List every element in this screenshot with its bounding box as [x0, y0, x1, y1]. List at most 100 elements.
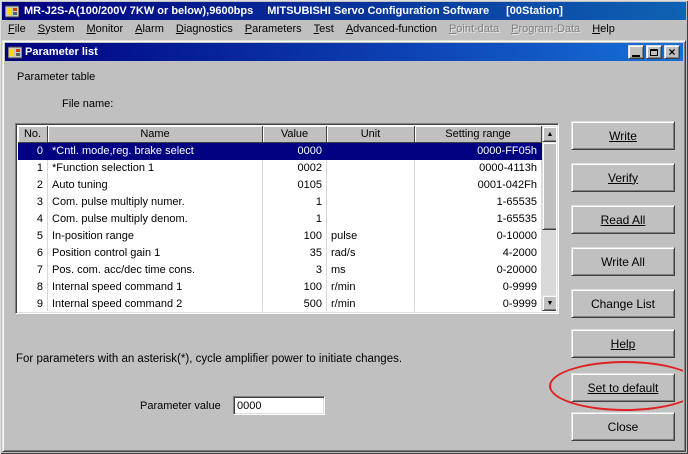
close-window-button[interactable]: ×: [664, 45, 680, 59]
cell-unit: pulse: [327, 228, 415, 245]
param-row-3[interactable]: 3Com. pulse multiply numer.11-65535: [18, 194, 542, 211]
param-row-1[interactable]: 1*Function selection 10002 0000-4113h: [18, 160, 542, 177]
param-row-9[interactable]: 9Internal speed command 2500r/min0-9999: [18, 296, 542, 311]
scroll-up-button[interactable]: ▲: [542, 126, 556, 142]
cell-no: 8: [18, 279, 48, 296]
vertical-scrollbar[interactable]: ▲ ▼: [542, 126, 556, 311]
cell-no: 2: [18, 177, 48, 194]
param-row-4[interactable]: 4Com. pulse multiply denom.11-65535: [18, 211, 542, 228]
parameter-value-input[interactable]: [233, 396, 325, 415]
cell-no: 5: [18, 228, 48, 245]
param-row-7[interactable]: 7Pos. com. acc/dec time cons.3ms0-20000: [18, 262, 542, 279]
cell-no: 9: [18, 296, 48, 311]
cell-value: 3: [263, 262, 327, 279]
button-stack: Write Verify Read All Write All Change List H…: [571, 61, 675, 449]
set-to-default-button[interactable]: Set to default: [571, 373, 675, 402]
cell-name: Internal speed command 1: [48, 279, 263, 296]
parameter-list-client: Parameter table File name: No.NameValueU…: [5, 61, 683, 449]
menu-item-parameters[interactable]: Parameters: [239, 21, 308, 37]
cell-name: Com. pulse multiply denom.: [48, 211, 263, 228]
cell-value: 500: [263, 296, 327, 311]
cell-value: 100: [263, 228, 327, 245]
menu-item-diagnostics[interactable]: Diagnostics: [170, 21, 239, 37]
cell-name: *Function selection 1: [48, 160, 263, 177]
read-all-button[interactable]: Read All: [571, 205, 675, 234]
cell-name: Position control gain 1: [48, 245, 263, 262]
cell-unit: [327, 177, 415, 194]
scroll-down-icon: ▼: [547, 300, 554, 307]
child-titlebar[interactable]: Parameter list ×: [5, 43, 683, 61]
parameter-value-label: Parameter value: [140, 400, 221, 412]
scrollbar-thumb[interactable]: [542, 142, 556, 230]
child-window-title: Parameter list: [25, 46, 628, 58]
cell-unit: r/min: [327, 279, 415, 296]
menubar: FileSystemMonitorAlarmDiagnosticsParamet…: [2, 20, 686, 38]
cell-range: 0000-FF05h: [415, 143, 542, 160]
cell-range: 0-20000: [415, 262, 542, 279]
scroll-up-icon: ▲: [547, 131, 554, 138]
minimize-button[interactable]: [628, 45, 644, 59]
file-name-label: File name:: [62, 98, 113, 110]
menu-item-file[interactable]: File: [2, 21, 32, 37]
maximize-button[interactable]: [646, 45, 662, 59]
parameter-table-label: Parameter table: [17, 71, 95, 83]
cell-range: 1-65535: [415, 194, 542, 211]
parameter-list-icon: [8, 46, 22, 59]
cell-no: 1: [18, 160, 48, 177]
cell-name: In-position range: [48, 228, 263, 245]
cell-value: 35: [263, 245, 327, 262]
column-header-name: Name: [48, 126, 263, 143]
column-header-value: Value: [263, 126, 327, 143]
cell-range: 0001-042Fh: [415, 177, 542, 194]
cell-value: 1: [263, 194, 327, 211]
cell-name: *Cntl. mode,reg. brake select: [48, 143, 263, 160]
window-title-device: MR-J2S-A(100/200V 7KW or below),9600bps: [24, 5, 253, 17]
window-controls: ×: [628, 45, 680, 59]
maximize-icon: [650, 49, 658, 56]
cell-value: 0000: [263, 143, 327, 160]
cell-name: Pos. com. acc/dec time cons.: [48, 262, 263, 279]
cell-no: 0: [18, 143, 48, 160]
cell-unit: r/min: [327, 296, 415, 311]
cell-range: 0000-4113h: [415, 160, 542, 177]
scroll-down-button[interactable]: ▼: [542, 295, 556, 311]
cell-no: 6: [18, 245, 48, 262]
change-list-button[interactable]: Change List: [571, 289, 675, 318]
column-header-unit: Unit: [327, 126, 415, 143]
menu-item-help[interactable]: Help: [586, 21, 621, 37]
menu-item-advanced-function[interactable]: Advanced-function: [340, 21, 443, 37]
cell-value: 0002: [263, 160, 327, 177]
app-icon: [5, 5, 19, 18]
param-row-8[interactable]: 8Internal speed command 1100r/min0-9999: [18, 279, 542, 296]
column-header-setting-range: Setting range: [415, 126, 542, 143]
cell-unit: [327, 143, 415, 160]
cell-value: 100: [263, 279, 327, 296]
cell-value: 0105: [263, 177, 327, 194]
cell-unit: ms: [327, 262, 415, 279]
write-all-button[interactable]: Write All: [571, 247, 675, 276]
cell-range: 4-2000: [415, 245, 542, 262]
write-button[interactable]: Write: [571, 121, 675, 150]
param-row-2[interactable]: 2Auto tuning01050001-042Fh: [18, 177, 542, 194]
cell-name: Internal speed command 2: [48, 296, 263, 311]
asterisk-note: For parameters with an asterisk(*), cycl…: [16, 353, 402, 365]
menu-item-monitor[interactable]: Monitor: [80, 21, 129, 37]
param-row-5[interactable]: 5In-position range100pulse0-10000: [18, 228, 542, 245]
main-window: MR-J2S-A(100/200V 7KW or below),9600bps …: [0, 0, 688, 454]
menu-item-program-data: Program-Data: [505, 21, 586, 37]
menu-item-system[interactable]: System: [32, 21, 81, 37]
main-titlebar: MR-J2S-A(100/200V 7KW or below),9600bps …: [2, 2, 686, 20]
close-button[interactable]: Close: [571, 412, 675, 441]
menu-item-alarm[interactable]: Alarm: [129, 21, 170, 37]
cell-no: 3: [18, 194, 48, 211]
param-row-0[interactable]: 0*Cntl. mode,reg. brake select0000 0000-F…: [18, 143, 542, 160]
window-title-station: [00Station]: [506, 5, 563, 17]
cell-unit: rad/s: [327, 245, 415, 262]
param-row-6[interactable]: 6Position control gain 135rad/s4-2000: [18, 245, 542, 262]
cell-no: 7: [18, 262, 48, 279]
table-header-row: No.NameValueUnitSetting range: [18, 126, 542, 143]
table-body: 0*Cntl. mode,reg. brake select0000 0000-F…: [18, 143, 542, 311]
verify-button[interactable]: Verify: [571, 163, 675, 192]
help-button[interactable]: Help: [571, 329, 675, 358]
menu-item-test[interactable]: Test: [308, 21, 340, 37]
